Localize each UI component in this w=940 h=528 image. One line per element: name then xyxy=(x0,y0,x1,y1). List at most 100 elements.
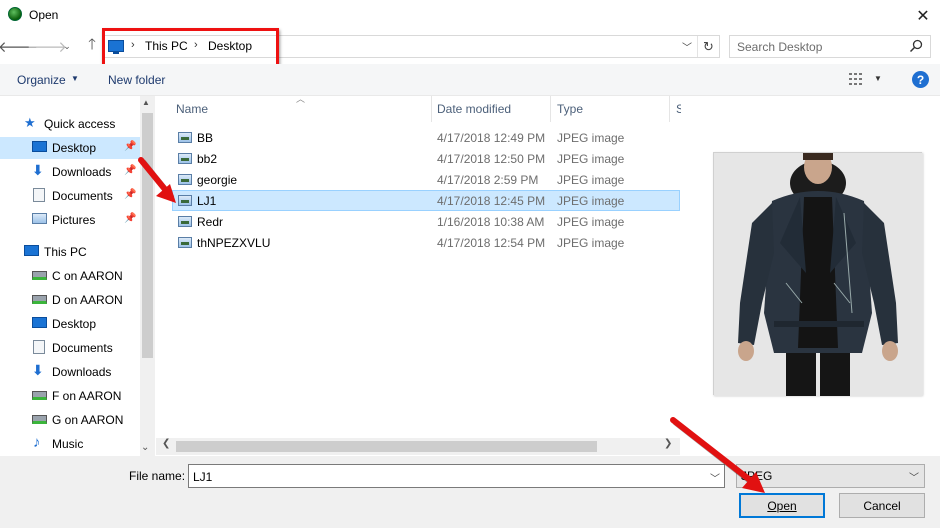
new-folder-button[interactable]: New folder xyxy=(108,73,165,87)
chevron-down-icon[interactable]: ﹀ xyxy=(710,470,720,485)
file-name-value[interactable]: LJ1 xyxy=(193,470,212,484)
annotation-highlight-box xyxy=(102,28,279,68)
pin-icon[interactable]: 📌 xyxy=(124,141,136,152)
nav-item-label: G on AARON xyxy=(52,413,124,427)
nav-item-g-on-aaron[interactable]: G on AARON xyxy=(0,409,140,431)
pin-icon[interactable]: 📌 xyxy=(124,165,136,176)
column-divider[interactable] xyxy=(550,96,551,122)
star-icon: ★ xyxy=(24,115,36,130)
file-name: thNPEZXVLU xyxy=(197,236,271,250)
caret-down-icon[interactable]: ▼ xyxy=(71,74,79,83)
file-name-input[interactable] xyxy=(188,464,725,488)
nav-item-documents[interactable]: Documents xyxy=(0,337,140,359)
file-date: 1/16/2018 10:38 AM xyxy=(437,215,545,229)
search-icon[interactable] xyxy=(908,38,924,54)
nav-item-label: Quick access xyxy=(44,117,116,131)
scroll-right-icon[interactable]: ❯ xyxy=(664,438,672,449)
pictures-icon xyxy=(32,213,47,224)
download-icon: ⬇ xyxy=(32,162,44,178)
scroll-up-icon[interactable]: ▲ xyxy=(142,98,150,107)
nav-item-label: D on AARON xyxy=(52,293,123,307)
leather-jacket-photo xyxy=(714,150,923,396)
file-row[interactable]: thNPEZXVLU 4/17/2018 12:54 PM JPEG image xyxy=(172,232,680,253)
nav-item-label: Desktop xyxy=(52,317,97,331)
nav-item-label: Downloads xyxy=(52,165,112,179)
file-row-selected[interactable]: LJ1 4/17/2018 12:45 PM JPEG image xyxy=(172,190,680,211)
column-header-name[interactable]: Name xyxy=(176,102,208,116)
nav-item-label: Desktop xyxy=(52,141,97,155)
column-divider[interactable] xyxy=(669,96,670,122)
nav-item-this-pc[interactable]: This PC xyxy=(0,241,140,263)
nav-item-desktop[interactable]: Desktop xyxy=(0,313,140,335)
file-row[interactable]: georgie 4/17/2018 2:59 PM JPEG image xyxy=(172,169,680,190)
app-icon xyxy=(8,7,22,21)
nav-scrollbar-thumb[interactable] xyxy=(142,113,153,358)
nav-item-f-on-aaron[interactable]: F on AARON xyxy=(0,385,140,407)
network-drive-icon xyxy=(32,415,47,424)
file-type: JPEG image xyxy=(557,131,625,145)
nav-item-downloads-pinned[interactable]: ⬇ Downloads 📌 xyxy=(0,161,140,183)
nav-item-music[interactable]: ♪ Music xyxy=(0,433,140,455)
column-divider[interactable] xyxy=(431,96,432,122)
column-header-date-modified[interactable]: Date modified xyxy=(437,102,511,116)
file-type-value[interactable]: JPEG xyxy=(741,469,772,483)
column-header-type[interactable]: Type xyxy=(557,102,583,116)
pin-icon[interactable]: 📌 xyxy=(124,213,136,224)
file-name: Redr xyxy=(197,215,224,229)
file-type: JPEG image xyxy=(557,236,625,250)
pin-icon[interactable]: 📌 xyxy=(124,189,136,200)
download-icon: ⬇ xyxy=(32,362,44,378)
file-row[interactable]: BB 4/17/2018 12:49 PM JPEG image xyxy=(172,127,680,148)
help-icon[interactable]: ? xyxy=(912,71,929,88)
scroll-left-icon[interactable]: ❮ xyxy=(162,438,170,449)
file-type: JPEG image xyxy=(557,152,625,166)
computer-icon xyxy=(24,245,39,256)
file-name: BB xyxy=(197,131,214,145)
file-name: georgie xyxy=(197,173,238,187)
file-date: 4/17/2018 12:49 PM xyxy=(437,131,546,145)
document-icon xyxy=(33,340,45,354)
desktop-icon xyxy=(32,141,47,152)
recent-locations-chevron-icon[interactable]: ⌄ xyxy=(60,34,74,58)
title-bar xyxy=(0,0,940,31)
jpeg-file-icon xyxy=(178,216,192,227)
open-button[interactable]: Open xyxy=(739,493,825,518)
file-row[interactable]: bb2 4/17/2018 12:50 PM JPEG image xyxy=(172,148,680,169)
up-arrow-icon[interactable]: 🡑 xyxy=(81,34,103,58)
nav-item-downloads[interactable]: ⬇ Downloads xyxy=(0,361,140,383)
file-name-label: File name: xyxy=(129,469,186,483)
file-row[interactable]: Redr 1/16/2018 10:38 AM JPEG image xyxy=(172,211,680,232)
chevron-down-icon[interactable]: ﹀ xyxy=(909,469,919,484)
caret-down-icon[interactable]: ▼ xyxy=(874,74,882,83)
horizontal-scrollbar-thumb[interactable] xyxy=(176,441,597,452)
chevron-down-icon[interactable]: ﹀ xyxy=(679,36,695,57)
nav-item-label: Pictures xyxy=(52,213,96,227)
back-arrow-icon[interactable]: 🡐 xyxy=(0,34,38,58)
scroll-down-icon[interactable]: ⌄ xyxy=(141,442,149,453)
organize-button[interactable]: Organize xyxy=(17,73,66,87)
file-date: 4/17/2018 2:59 PM xyxy=(437,173,539,187)
close-icon[interactable]: ✕ xyxy=(906,0,940,31)
nav-item-pictures-pinned[interactable]: Pictures 📌 xyxy=(0,209,140,231)
nav-item-label: F on AARON xyxy=(52,389,122,403)
document-icon xyxy=(33,188,45,202)
image-preview xyxy=(713,150,923,396)
file-type: JPEG image xyxy=(557,173,625,187)
file-type: JPEG image xyxy=(557,215,625,229)
jpeg-file-icon xyxy=(178,174,192,185)
nav-item-desktop-pinned[interactable]: Desktop 📌 xyxy=(0,137,140,159)
forward-arrow-icon[interactable]: 🡒 xyxy=(27,34,67,58)
nav-item-label: C on AARON xyxy=(52,269,123,283)
jpeg-file-icon xyxy=(178,132,192,143)
nav-item-d-on-aaron[interactable]: D on AARON xyxy=(0,289,140,311)
open-button-label: Open xyxy=(767,498,797,513)
search-placeholder: Search Desktop xyxy=(737,40,823,54)
desktop-icon xyxy=(32,317,47,328)
nav-item-label: Documents xyxy=(52,341,113,355)
nav-item-c-on-aaron[interactable]: C on AARON xyxy=(0,265,140,287)
cancel-button[interactable]: Cancel xyxy=(839,493,925,518)
nav-item-quick-access[interactable]: ★ Quick access xyxy=(0,113,140,135)
nav-item-documents-pinned[interactable]: Documents 📌 xyxy=(0,185,140,207)
view-options-icon[interactable] xyxy=(849,73,863,85)
refresh-icon[interactable]: ↻ xyxy=(697,36,719,57)
